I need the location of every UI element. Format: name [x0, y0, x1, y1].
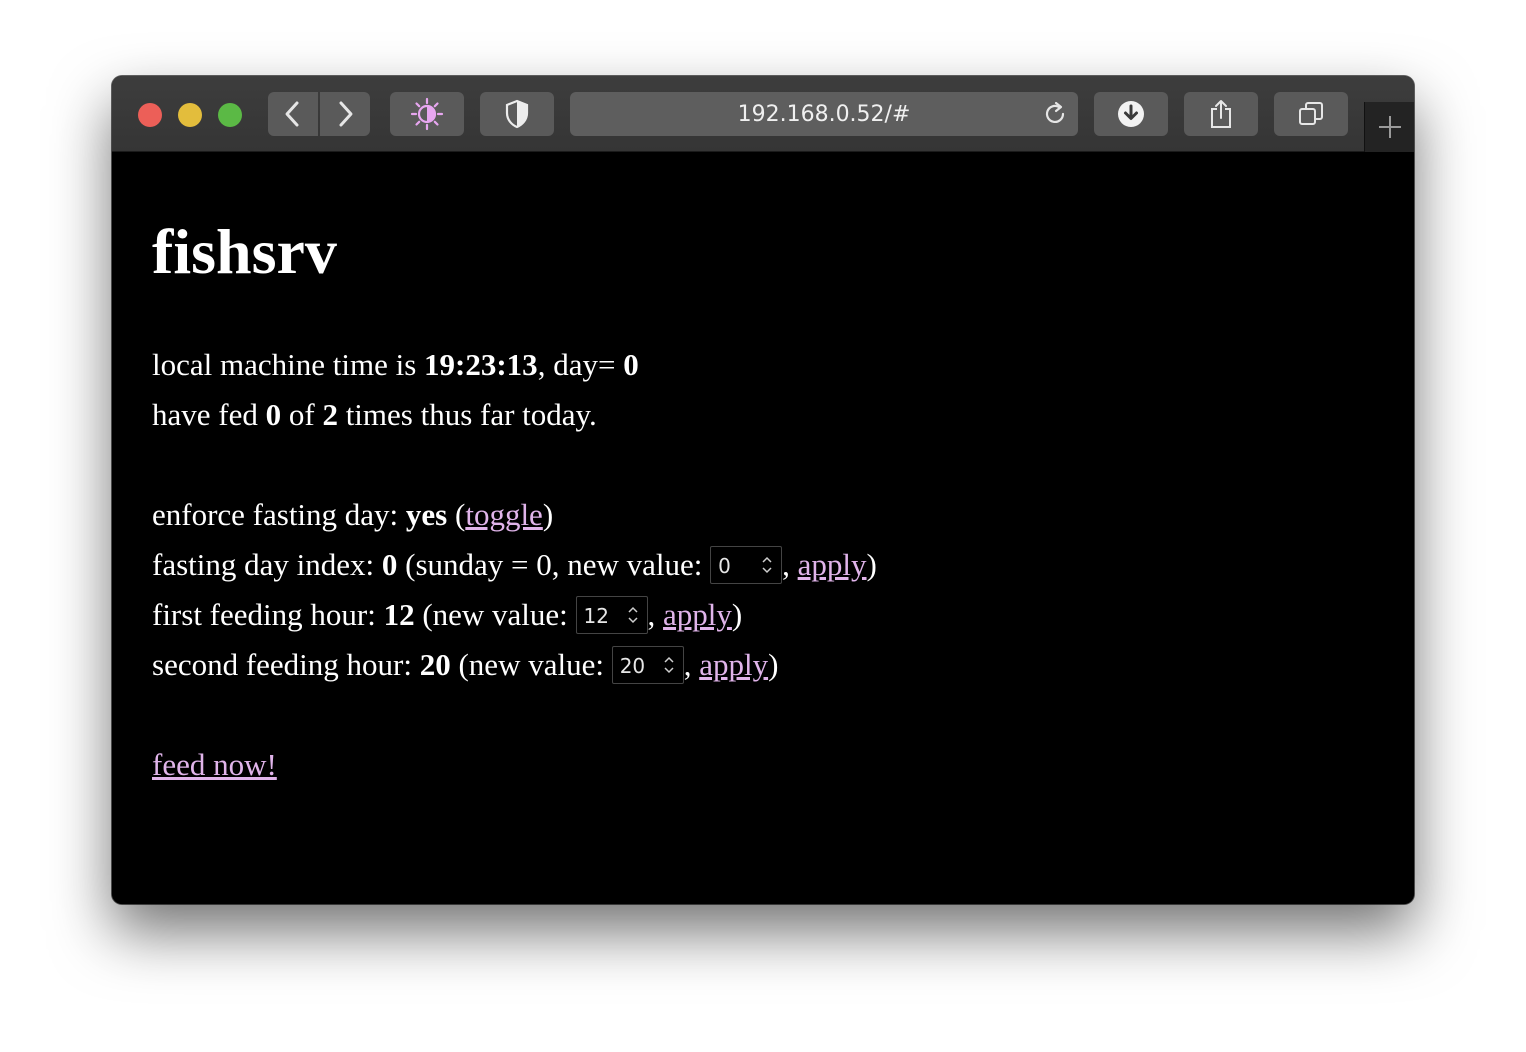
fasting-index-line: fasting day index: 0 (sunday = 0, new va…	[152, 545, 877, 584]
second-hour-value: 20	[419, 647, 451, 682]
fed-total: 2	[322, 397, 338, 432]
page-title: fishsrv	[152, 216, 337, 287]
second-hour-line: second feeding hour: 20 (new value: 20, …	[152, 645, 779, 684]
forward-button[interactable]	[320, 92, 370, 136]
address-bar[interactable]: 192.168.0.52/#	[570, 92, 1078, 136]
stepper-icon[interactable]	[627, 604, 639, 626]
feed-now-link[interactable]: feed now!	[152, 747, 277, 782]
apply-second-hour-link[interactable]: apply	[699, 647, 768, 682]
privacy-shield-button[interactable]	[480, 92, 554, 136]
apply-fasting-index-link[interactable]: apply	[798, 547, 867, 582]
time-line: local machine time is 19:23:13, day= 0	[152, 347, 639, 382]
toggle-fasting-link[interactable]: toggle	[465, 497, 543, 532]
stepper-icon[interactable]	[761, 554, 773, 576]
new-tab-icon	[1379, 116, 1401, 138]
shield-icon	[505, 99, 529, 129]
first-hour-value: 12	[383, 597, 415, 632]
fasting-index-input[interactable]: 0	[710, 545, 783, 584]
browser-toolbar: 192.168.0.52/#	[112, 76, 1414, 152]
browser-window: 192.168.0.52/# fishsrv local machine tim…	[112, 76, 1414, 904]
appearance-button[interactable]	[390, 92, 464, 136]
back-button[interactable]	[268, 92, 318, 136]
fed-count: 0	[265, 397, 282, 432]
fasting-line: enforce fasting day: yes (toggle)	[152, 497, 554, 532]
fasting-enforced-value: yes	[405, 497, 448, 532]
maximize-window-button[interactable]	[218, 103, 242, 127]
fasting-index-value: 0	[381, 547, 398, 582]
fed-line: have fed 0 of 2 times thus far today.	[152, 397, 597, 432]
apply-first-hour-link[interactable]: apply	[663, 597, 732, 632]
tab-overview-button[interactable]	[1274, 92, 1348, 136]
close-window-button[interactable]	[138, 103, 162, 127]
machine-time: 19:23:13	[424, 347, 538, 382]
stepper-icon[interactable]	[663, 654, 675, 676]
downloads-button[interactable]	[1094, 92, 1168, 136]
download-icon	[1118, 101, 1144, 127]
appearance-icon	[410, 97, 444, 131]
share-icon	[1211, 100, 1231, 128]
address-text: 192.168.0.52/#	[737, 102, 911, 127]
tabs-icon	[1299, 102, 1323, 125]
share-button[interactable]	[1184, 92, 1258, 136]
second-hour-input[interactable]: 20	[611, 645, 684, 684]
forward-icon	[339, 101, 353, 127]
back-icon	[285, 101, 299, 127]
feed-line: feed now!	[152, 749, 277, 780]
new-tab-button[interactable]	[1364, 102, 1414, 152]
first-hour-line: first feeding hour: 12 (new value: 12, a…	[152, 595, 743, 634]
minimize-window-button[interactable]	[178, 103, 202, 127]
first-hour-input[interactable]: 12	[575, 595, 648, 634]
day-value: 0	[623, 347, 639, 382]
page-content: fishsrv local machine time is 19:23:13, …	[112, 152, 1414, 904]
reload-icon[interactable]	[1042, 101, 1068, 127]
